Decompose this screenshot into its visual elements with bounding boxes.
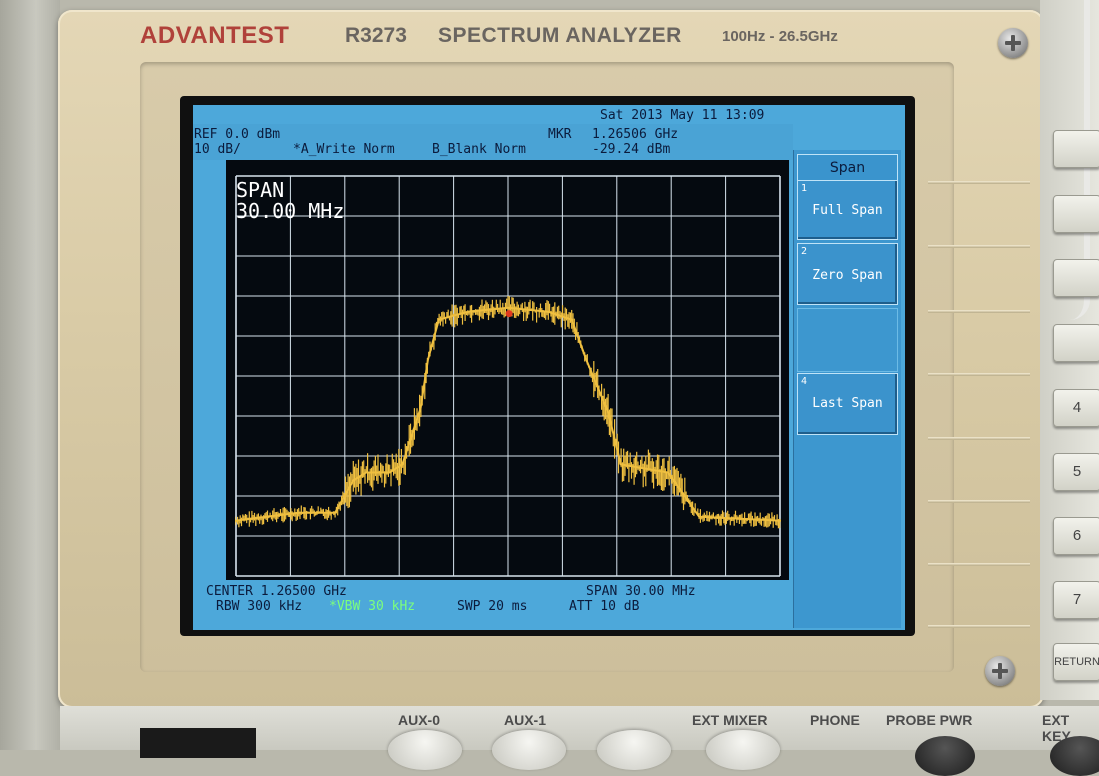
bezel-groove (928, 373, 1030, 376)
softkey-zero-span[interactable]: 2 Zero Span (797, 243, 898, 305)
bezel-groove (928, 563, 1030, 566)
screw-icon (998, 28, 1028, 58)
bezel-groove (928, 437, 1030, 440)
bezel-groove (928, 500, 1030, 503)
marker-dot (505, 310, 513, 318)
softkey-blank[interactable] (797, 308, 898, 372)
chassis-left-rail (0, 0, 60, 750)
marker-frequency: 1.26506 GHz (592, 127, 679, 142)
key-blank[interactable] (1053, 324, 1099, 362)
trace-noise (235, 296, 781, 529)
model-number: R3273 (345, 24, 407, 47)
bezel-groove (928, 625, 1030, 628)
aux1-connector[interactable] (492, 730, 566, 770)
key-4[interactable]: 4 (1053, 389, 1099, 427)
brand-logo: ADVANTEST (140, 22, 290, 49)
ext-mixer-connector[interactable] (706, 730, 780, 770)
softkey-number: 1 (801, 183, 808, 194)
ext-mixer-label: EXT MIXER (692, 712, 768, 728)
power-switch[interactable] (140, 728, 256, 758)
phone-label: PHONE (810, 712, 860, 728)
sweep-readout: SWP 20 ms (457, 599, 528, 614)
bezel-groove (928, 245, 1030, 248)
softkey-number: 4 (801, 376, 808, 387)
softkey-number: 2 (801, 246, 808, 257)
aux0-label: AUX-0 (398, 712, 441, 728)
softkey-menu-title: Span (797, 154, 898, 182)
aux0-connector[interactable] (388, 730, 462, 770)
key-7[interactable]: 7 (1053, 581, 1099, 619)
connector[interactable] (597, 730, 671, 770)
datetime-readout: Sat 2013 May 11 13:09 (600, 108, 765, 123)
rbw-readout: RBW 300 kHz (216, 599, 303, 614)
softkey-full-span[interactable]: 1 Full Span (797, 180, 898, 240)
softkey-label: Last Span (812, 396, 883, 411)
bezel-groove (928, 181, 1030, 184)
probe-pwr-connector[interactable] (915, 736, 975, 776)
key-5[interactable]: 5 (1053, 453, 1099, 491)
softkey-last-span[interactable]: 4 Last Span (797, 373, 898, 435)
trace-a-status: *A_Write Norm (293, 142, 395, 157)
instrument-title: SPECTRUM ANALYZER (438, 24, 682, 47)
span-readout: SPAN 30.00 MHz (586, 584, 696, 599)
attenuation-readout: ATT 10 dB (569, 599, 640, 614)
span-overlay-value: 30.00 MHz (236, 199, 345, 223)
marker-level: -29.24 dBm (592, 142, 671, 157)
key-blank[interactable] (1053, 259, 1099, 297)
aux1-label: AUX-1 (504, 712, 547, 728)
key-6[interactable]: 6 (1053, 517, 1099, 555)
bezel-groove (928, 310, 1030, 313)
center-frequency: CENTER 1.26500 GHz (206, 584, 347, 599)
key-blank[interactable] (1053, 130, 1099, 168)
trace-b-status: B_Blank Norm (432, 142, 526, 157)
softkey-label: Full Span (812, 203, 883, 218)
softkey-label: Zero Span (812, 268, 883, 283)
ext-key-connector[interactable] (1050, 736, 1099, 776)
screw-icon (985, 656, 1015, 686)
probe-pwr-label: PROBE PWR (886, 712, 973, 728)
vbw-readout: *VBW 30 kHz (329, 599, 416, 614)
spectrum-plot (235, 175, 781, 577)
ref-level-readout: REF 0.0 dBm (194, 127, 281, 142)
scale-readout: 10 dB/ (194, 142, 241, 157)
marker-label: MKR (548, 127, 572, 142)
key-return[interactable]: RETURN (1053, 643, 1099, 681)
frequency-range: 100Hz - 26.5GHz (722, 28, 838, 45)
key-blank[interactable] (1053, 195, 1099, 233)
